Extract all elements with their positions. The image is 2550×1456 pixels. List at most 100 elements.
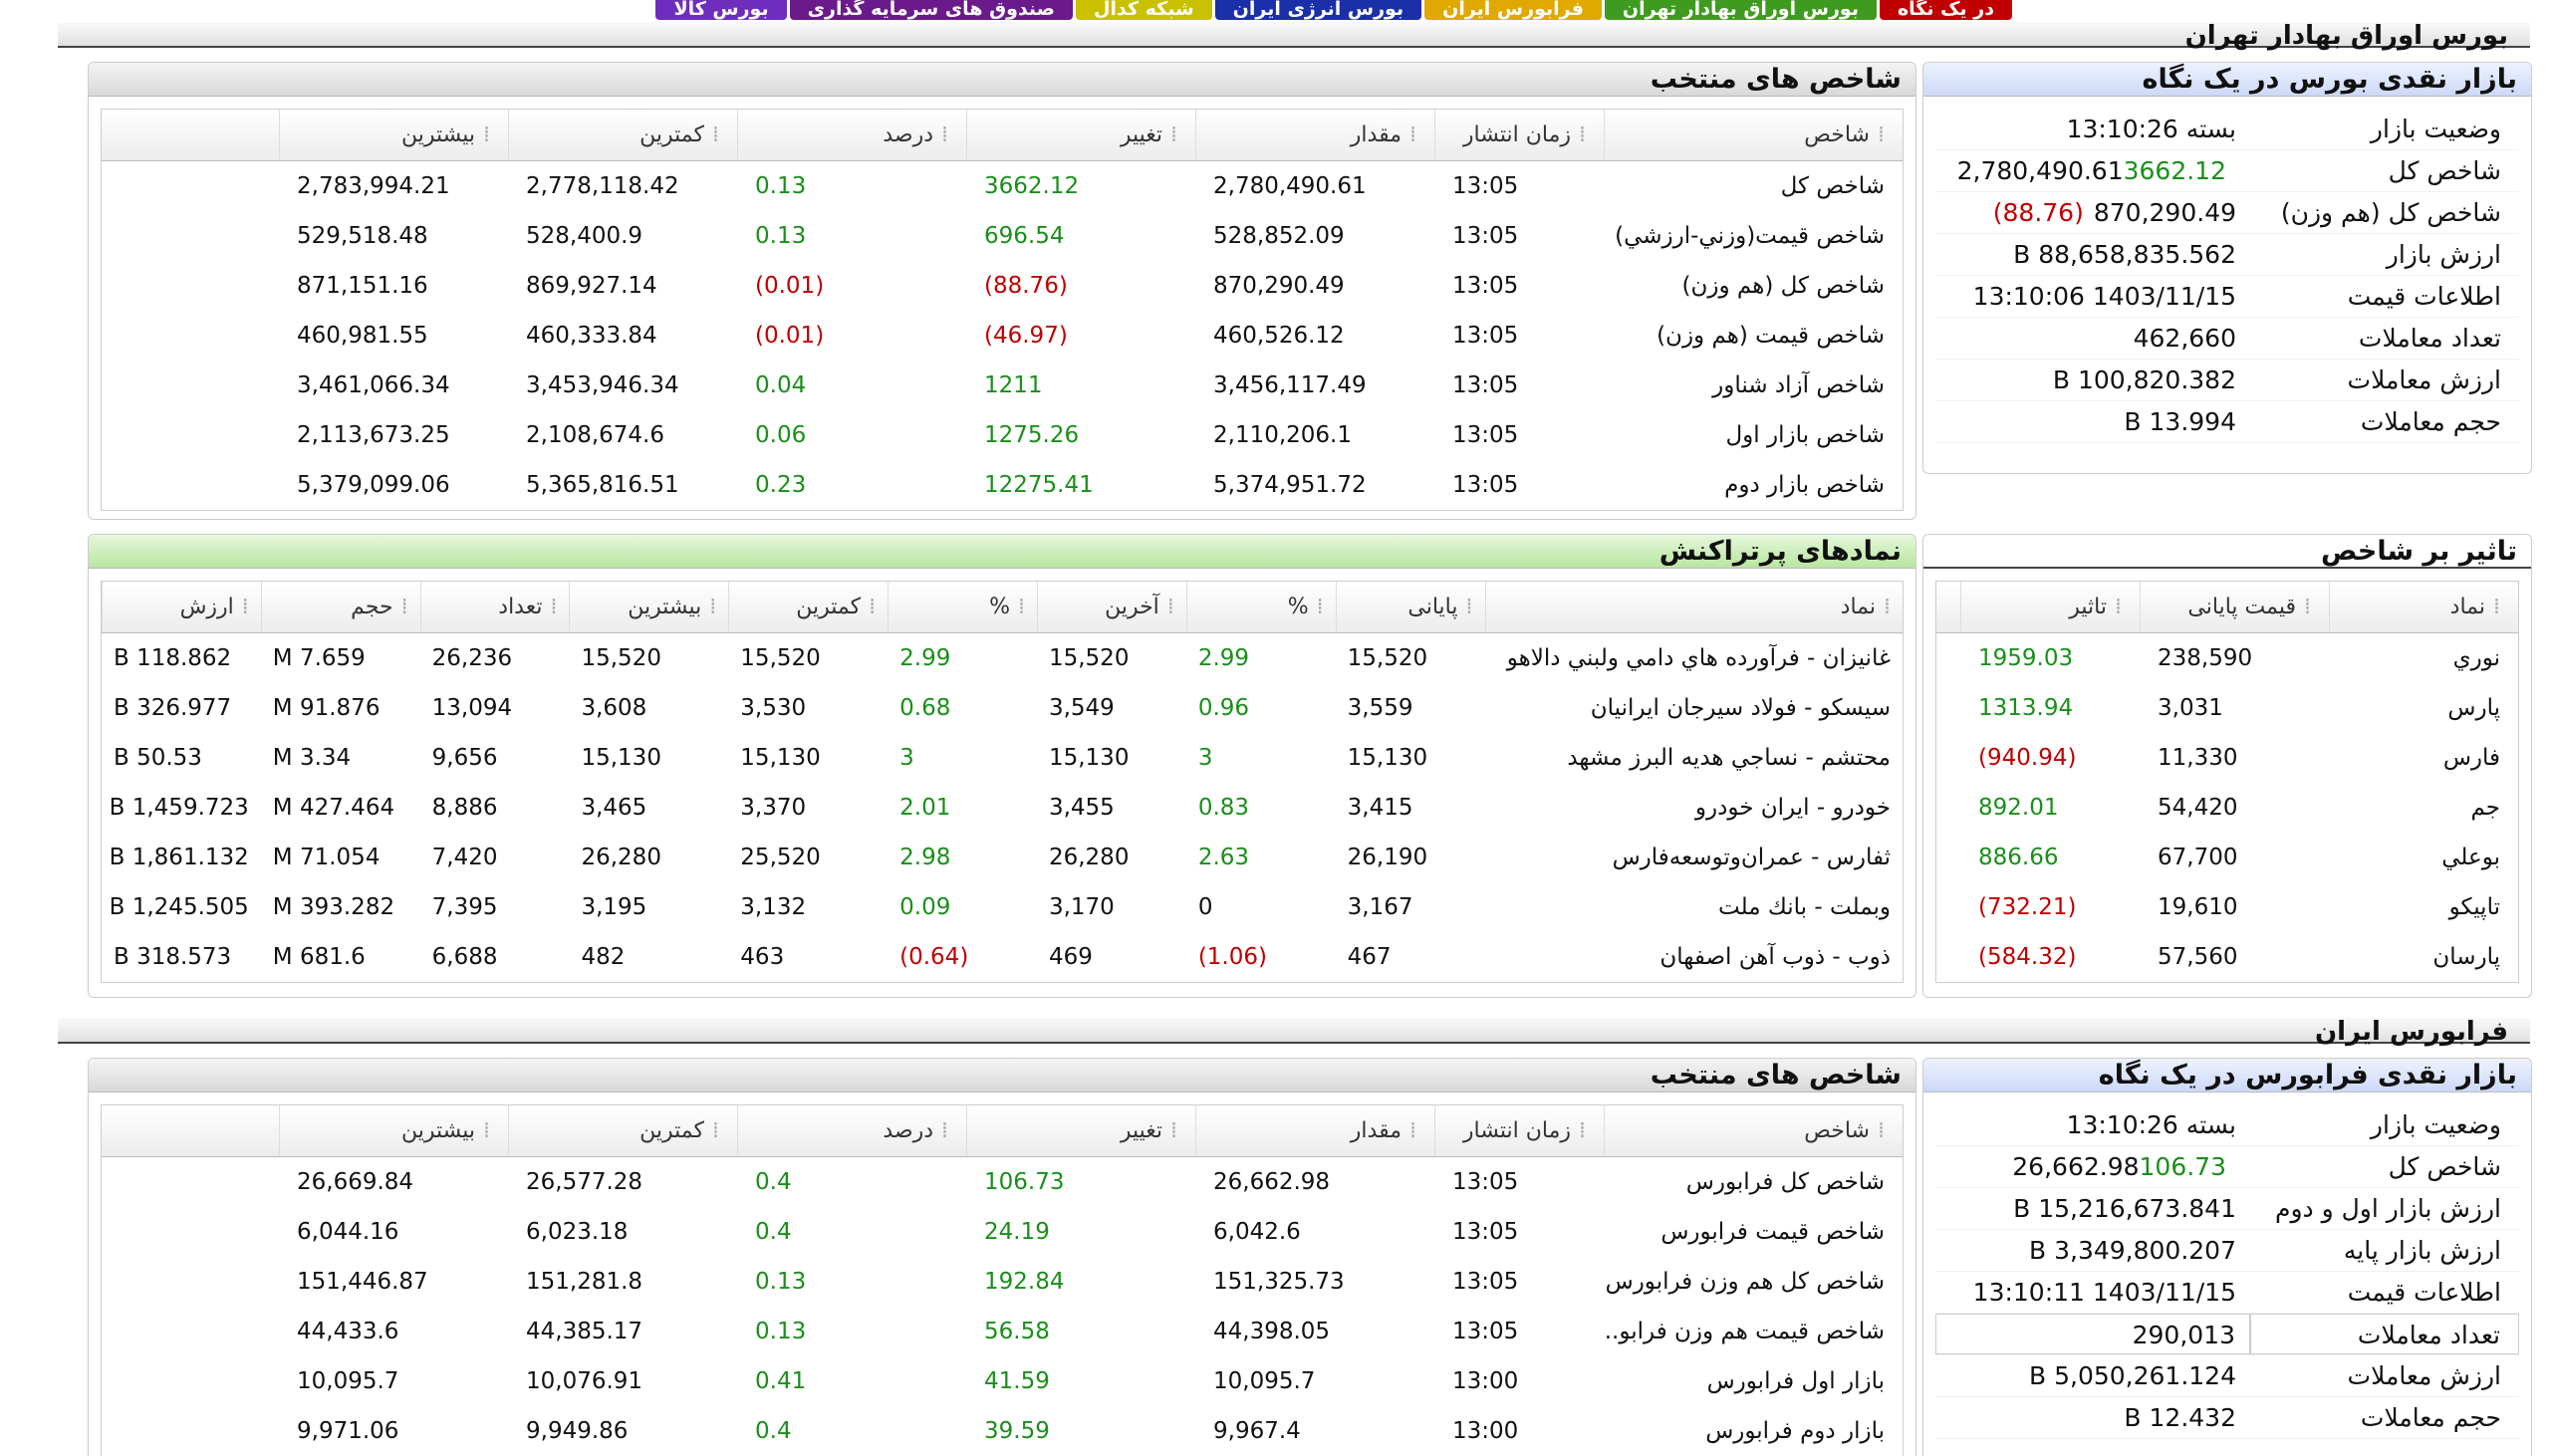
- table-row[interactable]: وبملت - بانك ملت 3,167 0 3,170 0.09 3,132 3,19…: [102, 882, 1903, 932]
- table-row[interactable]: فارس 11,330 (940.94): [1936, 733, 2518, 783]
- glance-label: تعداد معاملات: [2358, 324, 2501, 353]
- table-row[interactable]: بازار دوم فرابورس 13:00 9,967.4 39.59 0.4 9,9…: [102, 1406, 1903, 1456]
- col-header[interactable]: زمان انتشار: [1434, 110, 1604, 160]
- table-row[interactable]: شاخص قيمت(وزني-ارزشي) 13:05 528,852.09 696.…: [102, 211, 1903, 261]
- tab-5[interactable]: صندوق های سرمایه گذاری: [789, 0, 1073, 20]
- table-cell: 13:05: [1452, 223, 1519, 249]
- table-cell: شاخص كل هم وزن فرابورس: [1605, 1269, 1885, 1295]
- col-header[interactable]: مقدار: [1195, 1105, 1434, 1156]
- table-row[interactable]: شاخص كل هم وزن فرابورس 13:05 151,325.73 192…: [102, 1257, 1903, 1307]
- col-header[interactable]: درصد: [737, 1105, 966, 1156]
- table-row[interactable]: سيسكو - فولاد سيرجان ايرانيان 3,559 0.96 3,…: [102, 683, 1903, 733]
- table-row[interactable]: نوري 238,590 1959.03: [1936, 633, 2518, 683]
- glance-value-text: 3,349,800.207 B: [2028, 1236, 2236, 1265]
- table-row[interactable]: تاپيكو 19,610 (732.21): [1936, 882, 2518, 932]
- col-header[interactable]: درصد: [737, 110, 966, 160]
- tab-0[interactable]: در یک نگاه: [1879, 0, 2012, 20]
- table-cell: 2,780,490.61: [1213, 173, 1367, 199]
- col-header[interactable]: نماد: [2329, 582, 2518, 632]
- table-row[interactable]: شاخص كل 13:05 2,780,490.61 3662.12 0.13 2,778…: [102, 161, 1903, 211]
- col-header[interactable]: تغییر: [966, 1105, 1195, 1156]
- table-cell: 3,453,946.34: [526, 372, 679, 398]
- table-cell: (732.21): [1978, 894, 2077, 920]
- table-cell: 41.59: [984, 1368, 1050, 1394]
- ifb-glance-panel: بازار نقدی فرابورس در یک نگاه وضعیت بازا…: [1922, 1058, 2532, 1456]
- tab-2[interactable]: فرابورس ایران: [1424, 0, 1602, 20]
- table-cell: 2,108,674.6: [526, 422, 664, 448]
- table-row[interactable]: شاخص قيمت هم وزن فرابو... 13:05 44,398.05 5…: [102, 1307, 1903, 1356]
- col-header[interactable]: %: [888, 582, 1037, 632]
- table-cell: 151,446.87: [297, 1269, 428, 1295]
- glance-row: ارزش بازار پایه 3,349,800.207 B: [1935, 1230, 2519, 1272]
- col-header[interactable]: بیشترین: [569, 582, 728, 632]
- table-row[interactable]: شاخص قيمت فرابورس 13:05 6,042.6 24.19 0.4 6,0…: [102, 1207, 1903, 1257]
- table-row[interactable]: شاخص آزاد شناور 13:05 3,456,117.49 1211 0.04…: [102, 361, 1903, 410]
- col-header[interactable]: حجم: [260, 582, 420, 632]
- table-cell: شاخص كل (هم وزن): [1681, 273, 1885, 299]
- col-header[interactable]: آخرین: [1036, 582, 1186, 632]
- table-cell: (584.32): [1978, 944, 2077, 970]
- col-header[interactable]: کمترین: [728, 582, 888, 632]
- tab-1[interactable]: بورس اوراق بهادار تهران: [1604, 0, 1877, 20]
- table-row[interactable]: محتشم - نساجي هديه البرز مشهد 15,130 3 15,1…: [102, 733, 1903, 783]
- table-cell: 3,415: [1347, 795, 1413, 821]
- table-row[interactable]: ثفارس - عمران‌وتوسعه‌فارس 26,190 2.63 26,28…: [102, 833, 1903, 882]
- glance-value-text: 1403/11/15 13:10:11: [1972, 1278, 2236, 1307]
- col-header[interactable]: پایانی: [1335, 582, 1485, 632]
- col-header[interactable]: بیشترین: [279, 110, 508, 160]
- table-cell: 427.464 M: [272, 795, 395, 821]
- col-header[interactable]: تعداد: [419, 582, 570, 632]
- tab-6[interactable]: بورس کالا: [655, 0, 787, 20]
- col-header[interactable]: کمترین: [508, 1105, 737, 1156]
- table-row[interactable]: شاخص بازار اول 13:05 2,110,206.1 1275.26 0.0…: [102, 410, 1903, 460]
- table-cell: 26,280: [1048, 845, 1130, 870]
- col-header[interactable]: شاخص: [1604, 1105, 1903, 1156]
- col-header[interactable]: قیمت پایانی: [2140, 582, 2329, 632]
- col-header[interactable]: %: [1185, 582, 1336, 632]
- table-cell: 0.09: [899, 894, 951, 920]
- table-cell: 9,971.06: [297, 1418, 399, 1444]
- glance-row: وضعیت بازار بسته 13:10:26: [1935, 109, 2519, 150]
- table-cell: 13:05: [1452, 323, 1519, 349]
- table-row[interactable]: بازار اول فرابورس 13:00 10,095.7 41.59 0.41 1…: [102, 1356, 1903, 1406]
- tab-3[interactable]: بورس انرژی ایران: [1214, 0, 1422, 20]
- col-header[interactable]: مقدار: [1195, 110, 1434, 160]
- tab-4[interactable]: شبکه کدال: [1076, 0, 1212, 20]
- table-row[interactable]: بوعلي 67,700 886.66: [1936, 833, 2518, 882]
- glance-value-text: 5,050,261.124 B: [2028, 1361, 2236, 1390]
- glance-value: 13.994 B: [1935, 401, 2250, 442]
- col-header[interactable]: ارزش: [101, 582, 261, 632]
- table-cell: 318.573 B: [113, 944, 232, 970]
- table-row[interactable]: خودرو - ايران خودرو 3,415 0.83 3,455 2.01 3,3…: [102, 783, 1903, 833]
- col-header[interactable]: شاخص: [1604, 110, 1903, 160]
- col-header[interactable]: تغییر: [966, 110, 1195, 160]
- table-row[interactable]: شاخص قيمت (هم وزن) 13:05 460,526.12 (46.97)…: [102, 311, 1903, 361]
- table-cell: 1211: [984, 372, 1043, 398]
- table-row[interactable]: شاخص بازار دوم 13:05 5,374,951.72 12275.41 0…: [102, 460, 1903, 510]
- grid-header: نمادقیمت پایانیتاثیر: [1936, 582, 2518, 633]
- glance-label: شاخص کل: [2388, 156, 2501, 185]
- table-row[interactable]: ذوب - ذوب آهن اصفهان 467 (1.06) 469 (0.64) 46…: [102, 932, 1903, 982]
- table-cell: شاخص قيمت هم وزن فرابو...: [1604, 1319, 1885, 1344]
- glance-row: شاخص کل 2,780,490.613662.12: [1935, 150, 2519, 192]
- table-row[interactable]: شاخص كل (هم وزن) 13:05 870,290.49 (88.76) (0…: [102, 261, 1903, 311]
- col-header[interactable]: بیشترین: [279, 1105, 508, 1156]
- col-header[interactable]: زمان انتشار: [1434, 1105, 1604, 1156]
- table-row[interactable]: جم 54,420 892.01: [1936, 783, 2518, 833]
- table-row[interactable]: پارس 3,031 1313.94: [1936, 683, 2518, 733]
- table-cell: 2.01: [899, 795, 951, 821]
- col-header[interactable]: کمترین: [508, 110, 737, 160]
- table-cell: 7.659 M: [272, 645, 366, 671]
- col-header[interactable]: نماد: [1484, 582, 1904, 632]
- table-cell: 892.01: [1978, 795, 2059, 821]
- table-cell: 26,190: [1347, 845, 1428, 870]
- ifb-section-header: فرابورس ایران: [58, 1018, 2530, 1046]
- table-row[interactable]: پارسان 57,560 (584.32): [1936, 932, 2518, 982]
- table-row[interactable]: شاخص كل فرابورس 13:05 26,662.98 106.73 0.4 26…: [102, 1157, 1903, 1207]
- table-cell: 681.6 M: [272, 944, 366, 970]
- glance-row: حجم معاملات 12.432 B: [1935, 1397, 2519, 1439]
- table-cell: تاپيكو: [2448, 894, 2500, 920]
- tse-glance-list: وضعیت بازار بسته 13:10:26 شاخص کل 2,780,490…: [1935, 109, 2519, 443]
- col-header[interactable]: تاثیر: [1960, 582, 2140, 632]
- table-row[interactable]: غانيزان - فرآورده هاي دامي ولبني دالاهو 1…: [102, 633, 1903, 683]
